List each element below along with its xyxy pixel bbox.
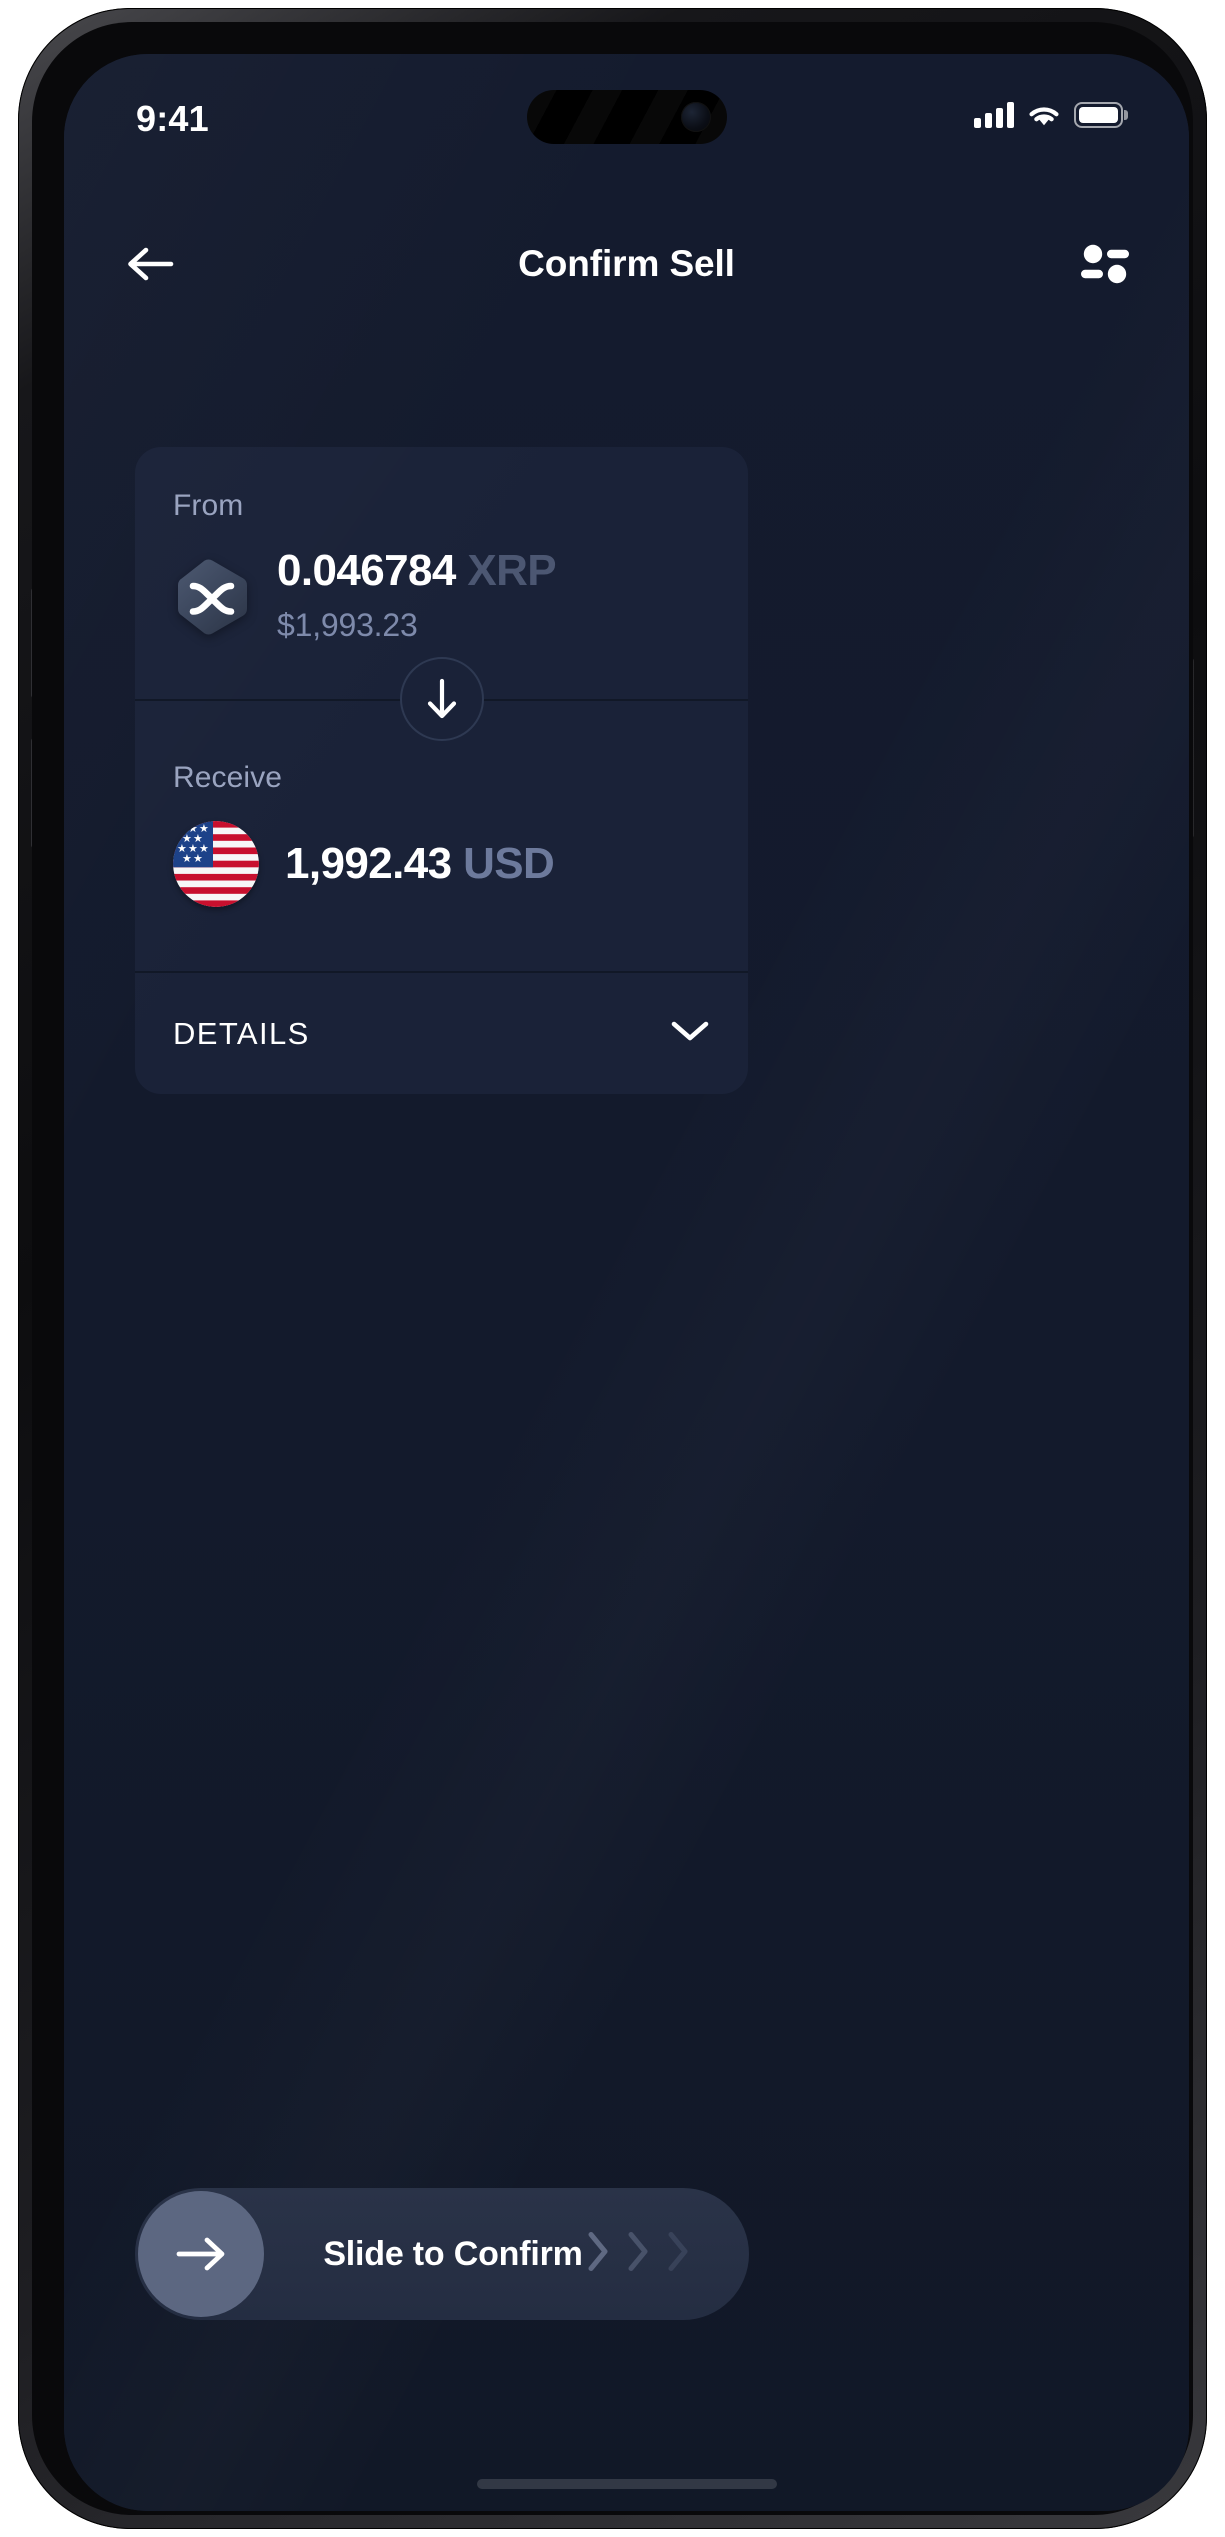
receive-amount-block: 1,992.43 USD bbox=[285, 839, 555, 888]
chevron-down-icon[interactable] bbox=[670, 1018, 710, 1049]
arrow-down-icon bbox=[427, 678, 456, 719]
usd-flag-icon: ★ ★ ★ ★ ★ ★ ★ ★ ★ ★ bbox=[173, 821, 259, 907]
status-bar-icons bbox=[974, 102, 1128, 128]
battery-fill bbox=[1078, 106, 1119, 124]
swap-summary-card: From 0.046784 XRP $1,993.23 Receive ★ ★ … bbox=[135, 447, 748, 1094]
wifi-icon bbox=[1027, 102, 1061, 128]
receive-ticker: USD bbox=[463, 839, 555, 888]
slide-thumb-handle[interactable] bbox=[138, 2191, 264, 2317]
slide-hint-chevrons bbox=[585, 2230, 691, 2279]
dynamic-island bbox=[526, 90, 727, 144]
phone-bezel: 9:41 Confirm Sell From 0.046784 XRP $1,9… bbox=[32, 22, 1193, 2515]
battery-full-icon bbox=[1074, 102, 1128, 128]
front-camera-icon bbox=[680, 102, 711, 132]
details-label: DETAILS bbox=[173, 1015, 310, 1051]
swap-direction-button[interactable] bbox=[399, 657, 484, 741]
from-amount-line: 0.046784 XRP bbox=[277, 546, 557, 595]
svg-text:★: ★ bbox=[177, 822, 187, 835]
phone-device-frame: 9:41 Confirm Sell From 0.046784 XRP $1,9… bbox=[18, 8, 1207, 2529]
battery-cap bbox=[1124, 110, 1128, 120]
xrp-token-icon bbox=[173, 558, 251, 636]
from-label: From bbox=[173, 489, 244, 522]
receive-asset-row: ★ ★ ★ ★ ★ ★ ★ ★ ★ ★ 1,992.43 USD bbox=[173, 821, 710, 907]
svg-text:★: ★ bbox=[182, 852, 192, 865]
swap-receive-section: Receive ★ ★ ★ ★ ★ ★ ★ ★ ★ ★ 1,992.43 USD bbox=[135, 701, 748, 971]
status-bar-time: 9:41 bbox=[136, 98, 209, 139]
details-accordion-row[interactable]: DETAILS bbox=[135, 971, 748, 1094]
from-ticker: XRP bbox=[467, 546, 557, 595]
chevron-right-icon bbox=[585, 2230, 611, 2279]
receive-amount-line: 1,992.43 USD bbox=[285, 839, 555, 888]
cellular-signal-icon bbox=[974, 102, 1014, 128]
from-amount: 0.046784 bbox=[277, 546, 456, 595]
receive-label: Receive bbox=[173, 761, 283, 794]
chevron-right-icon bbox=[625, 2230, 651, 2279]
from-fiat-value: $1,993.23 bbox=[277, 607, 418, 643]
arrow-right-icon bbox=[176, 2237, 225, 2271]
svg-text:★: ★ bbox=[193, 852, 203, 865]
settings-button[interactable] bbox=[1073, 232, 1137, 296]
phone-screen: 9:41 Confirm Sell From 0.046784 XRP $1,9… bbox=[64, 54, 1189, 2511]
screen-background bbox=[64, 54, 1189, 2511]
navigation-header: Confirm Sell bbox=[64, 212, 1189, 316]
home-indicator bbox=[476, 2479, 777, 2489]
page-title: Confirm Sell bbox=[518, 243, 735, 284]
sliders-icon bbox=[1081, 244, 1129, 284]
from-asset-row: 0.046784 XRP $1,993.23 bbox=[173, 549, 710, 644]
chevron-right-icon bbox=[665, 2230, 691, 2279]
receive-amount: 1,992.43 bbox=[285, 839, 452, 888]
from-amount-block: 0.046784 XRP $1,993.23 bbox=[277, 546, 557, 644]
slide-to-confirm-slider[interactable]: Slide to Confirm bbox=[135, 2188, 749, 2320]
